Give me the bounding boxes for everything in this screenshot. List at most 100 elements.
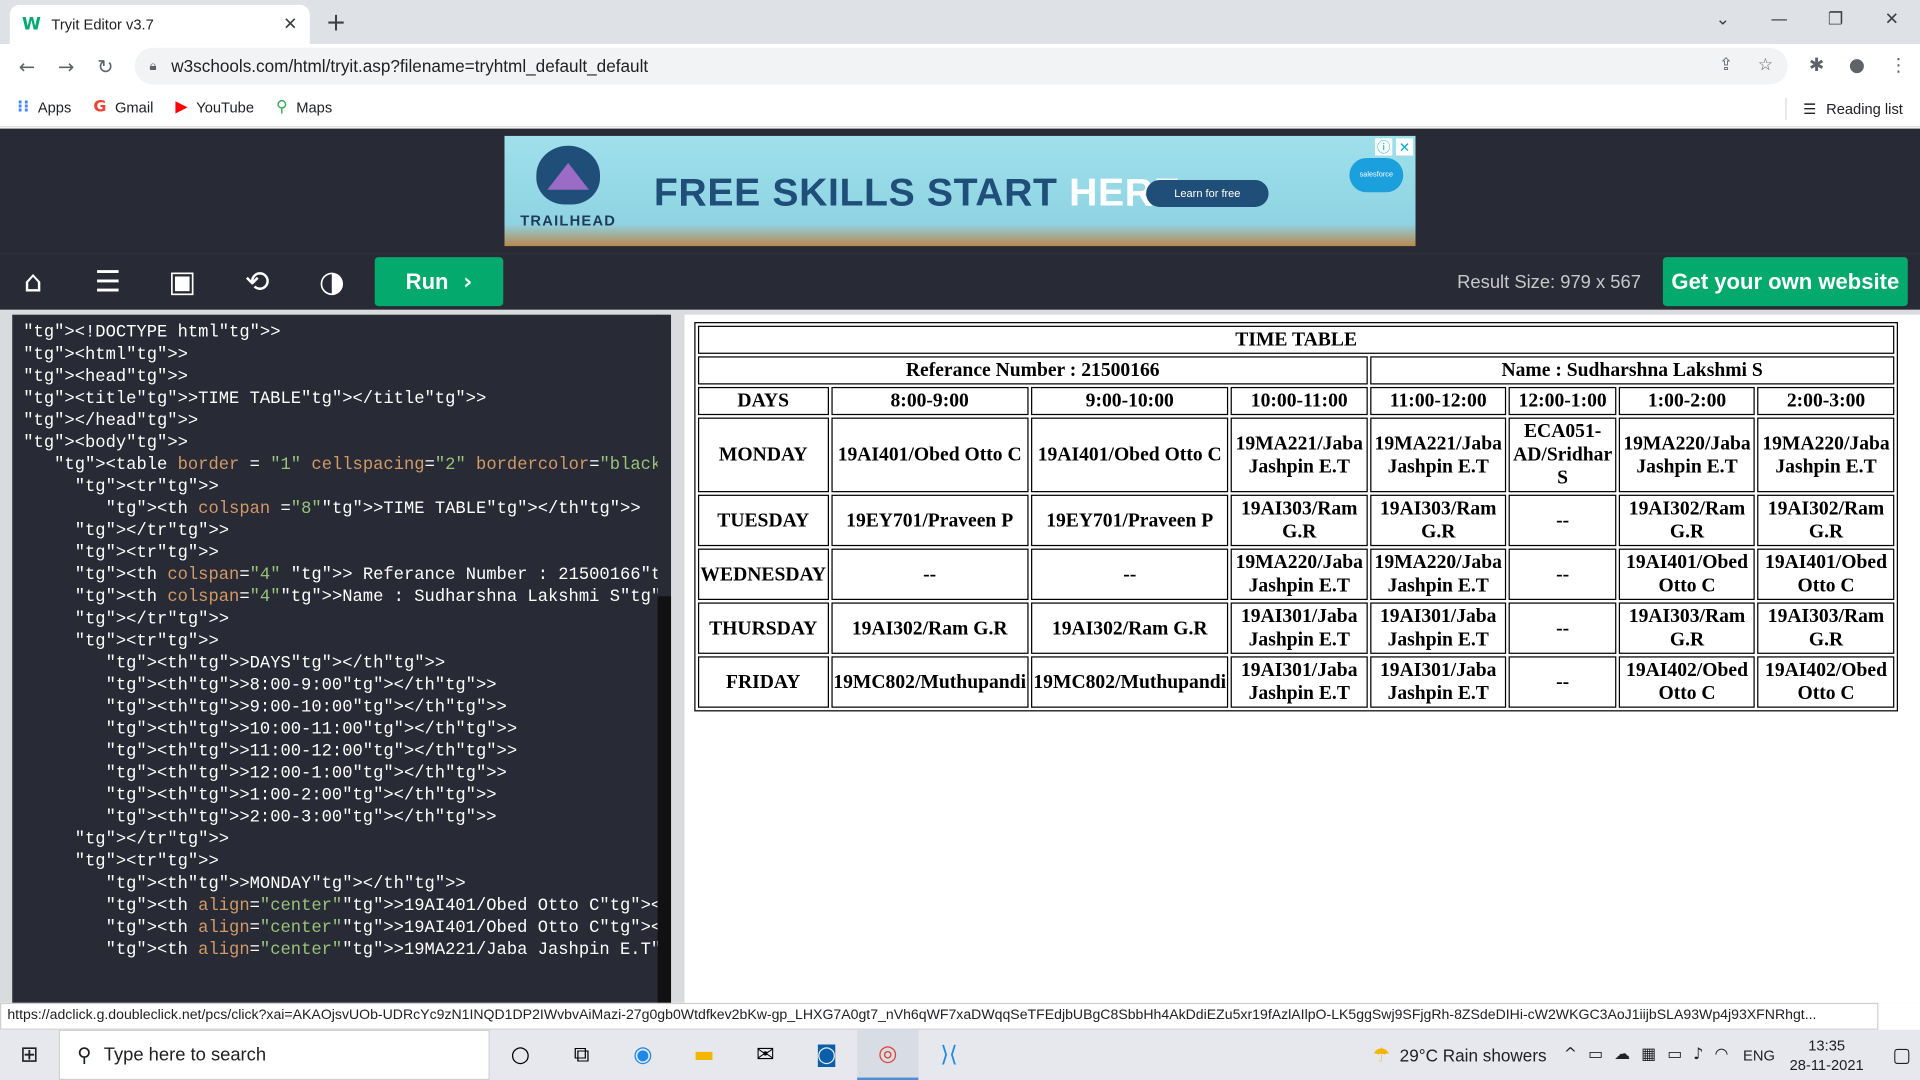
ad-headline: FREE SKILLS START HERE. xyxy=(654,170,1192,215)
input-language[interactable]: ENG xyxy=(1743,1046,1775,1063)
timetable-cell: 19MC802/Muthupandi xyxy=(1030,656,1229,708)
timetable-cell: 19AI302/Ram G.R xyxy=(1618,494,1756,547)
edge-icon[interactable]: ◉ xyxy=(612,1030,673,1080)
theme-contrast-icon[interactable]: ◑ xyxy=(313,263,350,300)
code-line: "tg"><body"tg">> xyxy=(23,433,188,454)
window-controls: ⌄ — ❐ ✕ xyxy=(1695,0,1920,39)
timetable-cell: 19AI402/Obed Otto C xyxy=(1618,656,1756,708)
code-editor[interactable]: "tg"><!DOCTYPE html"tg">> "tg"><html"tg">… xyxy=(12,314,659,1003)
timetable-cell: 19MA220/Jaba Jashpin E.T xyxy=(1618,417,1756,493)
timetable-cell: -- xyxy=(1508,656,1617,708)
pinned-apps: ○ ⧉ ◉ ▬ ✉ ◙ ◎ ⟩⟨ xyxy=(490,1029,980,1080)
menu-kebab-icon[interactable]: ⋮ xyxy=(1889,54,1907,76)
vscode-icon[interactable]: ⟩⟨ xyxy=(918,1030,979,1080)
timetable-cell: -- xyxy=(1030,548,1229,601)
mountain-icon xyxy=(536,145,601,205)
bookmark-star-icon[interactable]: ☆ xyxy=(1758,55,1773,75)
code-line: "tg"><html"tg">> xyxy=(23,345,188,365)
notification-icon[interactable]: ▢ xyxy=(1883,1043,1920,1066)
rotate-layout-icon[interactable]: ⟲ xyxy=(239,263,276,300)
code-line: "tg"><!DOCTYPE html"tg">> xyxy=(23,323,281,343)
code-scrollbar-thumb[interactable] xyxy=(657,596,672,1003)
tray-icons: ^ ▭ ☁ ▦ ▭ ♪ ◠ xyxy=(1564,1046,1729,1064)
timetable-row: WEDNESDAY -- -- 19MA220/Jaba Jashpin E.T 19M… xyxy=(697,548,1895,601)
mail-icon[interactable]: ✉ xyxy=(735,1030,796,1080)
clock-date: 28-11-2021 xyxy=(1789,1056,1864,1074)
code-line: "tg"><th"tg">>DAYS"tg"></th"tg">> xyxy=(105,653,446,674)
run-button[interactable]: Run › xyxy=(374,257,504,307)
task-view-icon[interactable]: ⧉ xyxy=(551,1030,612,1080)
bookmark-maps[interactable]: ⚲ Maps xyxy=(276,98,332,116)
result-size-text: Result Size: 979 x 567 xyxy=(1457,271,1641,293)
network-icon[interactable]: ▦ xyxy=(1641,1046,1656,1064)
file-explorer-icon[interactable]: ▬ xyxy=(673,1030,734,1080)
screen: W Tryit Editor v3.7 ✕ + ⌄ — ❐ ✕ ← → ↻ 🔒︎… xyxy=(0,0,1920,1080)
code-line: "tg"></tr"tg">> xyxy=(74,830,230,850)
windows-start-icon[interactable]: ⊞ xyxy=(0,1042,59,1068)
forward-icon[interactable]: → xyxy=(47,54,86,77)
code-line: "tg"></tr"tg">> xyxy=(74,521,230,542)
address-bar[interactable]: 🔒︎ w3schools.com/html/tryit.asp?filename… xyxy=(134,47,1788,85)
browser-tab[interactable]: W Tryit Editor v3.7 ✕ xyxy=(9,4,310,45)
ad-headline-part1: FREE SKILLS START xyxy=(653,170,1058,215)
back-icon[interactable]: ← xyxy=(7,54,46,77)
code-line: "tg"><th"tg">>2:00-3:00"tg"></th"tg">> xyxy=(105,808,497,828)
timetable-cell: 19MA221/Jaba Jashpin E.T xyxy=(1230,417,1368,493)
bookmark-apps[interactable]: ⁝⁝ Apps xyxy=(17,98,71,116)
get-website-button[interactable]: Get your own website xyxy=(1662,257,1908,307)
code-line: "tg"><tr"tg">> xyxy=(74,477,219,498)
code-scrollbar[interactable] xyxy=(657,314,672,1003)
timetable-cell: 19MA220/Jaba Jashpin E.T xyxy=(1230,548,1368,601)
taskbar-search[interactable]: ⚲ Type here to search xyxy=(58,1029,490,1080)
bookmark-label: Maps xyxy=(296,98,333,116)
w3schools-header: TRAILHEAD FREE SKILLS START HERE. Learn … xyxy=(0,128,1920,254)
timetable-day-cell: WEDNESDAY xyxy=(697,548,829,601)
system-tray: ☂ 29°C Rain showers ^ ▭ ☁ ▦ ▭ ♪ ◠ ENG 13… xyxy=(1372,1030,1920,1080)
tab-close-icon[interactable]: ✕ xyxy=(283,15,297,35)
battery-icon[interactable]: ▭ xyxy=(1667,1046,1682,1064)
lock-icon[interactable]: 🔒︎ xyxy=(149,58,156,75)
timetable-cell: 19AI402/Obed Otto C xyxy=(1757,656,1895,708)
timetable: TIME TABLE Referance Number : 21500166 N… xyxy=(694,322,1898,712)
timetable-header-cell: 11:00-12:00 xyxy=(1369,386,1507,416)
tab-title: Tryit Editor v3.7 xyxy=(51,15,154,34)
dell-icon[interactable]: ◙ xyxy=(796,1030,857,1080)
timetable-header-cell: 1:00-2:00 xyxy=(1618,386,1756,416)
chrome-icon[interactable]: ◎ xyxy=(857,1029,919,1080)
timetable-row: MONDAY 19AI401/Obed Otto C 19AI401/Obed Ot… xyxy=(697,417,1895,493)
home-icon[interactable]: ⌂ xyxy=(15,263,52,300)
cortana-icon[interactable]: ○ xyxy=(490,1030,551,1080)
advertisement-banner[interactable]: TRAILHEAD FREE SKILLS START HERE. Learn … xyxy=(504,135,1416,247)
volume-icon[interactable]: ♪ xyxy=(1693,1046,1703,1064)
close-window-icon[interactable]: ✕ xyxy=(1864,0,1920,39)
profile-avatar-icon[interactable]: ● xyxy=(1849,54,1865,76)
maximize-icon[interactable]: ❐ xyxy=(1807,0,1863,39)
new-tab-icon[interactable]: + xyxy=(326,7,347,36)
timetable-day-cell: MONDAY xyxy=(697,417,829,493)
bookmark-gmail[interactable]: G Gmail xyxy=(93,98,153,116)
minimize-icon[interactable]: — xyxy=(1751,0,1807,39)
ad-cta-button[interactable]: Learn for free xyxy=(1146,180,1269,207)
share-icon[interactable]: ⇪ xyxy=(1719,55,1733,75)
weather-text: 29°C Rain showers xyxy=(1399,1045,1547,1065)
tab-search-icon[interactable]: ⌄ xyxy=(1695,0,1751,39)
wifi-icon[interactable]: ◠ xyxy=(1714,1046,1728,1064)
reading-list-label: Reading list xyxy=(1826,100,1903,118)
ad-close-icon[interactable]: ✕ xyxy=(1395,138,1414,156)
chevron-up-icon[interactable]: ^ xyxy=(1564,1046,1577,1064)
bookmark-youtube[interactable]: ▶ YouTube xyxy=(175,98,254,116)
trailhead-logo: TRAILHEAD xyxy=(519,145,617,229)
save-icon[interactable]: ▣ xyxy=(164,263,201,300)
onedrive-icon[interactable]: ☁ xyxy=(1614,1046,1630,1064)
link-status-bar: https://adclick.g.doubleclick.net/pcs/cl… xyxy=(0,1002,1879,1030)
menu-hamburger-icon[interactable]: ☰ xyxy=(89,263,126,300)
clock[interactable]: 13:35 28-11-2021 xyxy=(1790,1035,1864,1074)
reading-list-icon: ☰ xyxy=(1803,100,1817,118)
meet-icon[interactable]: ▭ xyxy=(1588,1046,1603,1064)
timetable-cell: 19AI303/Ram G.R xyxy=(1369,494,1507,547)
reading-list[interactable]: ☰ Reading list xyxy=(1784,97,1903,121)
reload-icon[interactable]: ↻ xyxy=(86,54,125,77)
extensions-icon[interactable]: ✱ xyxy=(1809,54,1824,76)
weather-widget[interactable]: ☂ 29°C Rain showers xyxy=(1372,1043,1546,1066)
adchoices-info-icon[interactable]: ⓘ xyxy=(1375,138,1393,156)
